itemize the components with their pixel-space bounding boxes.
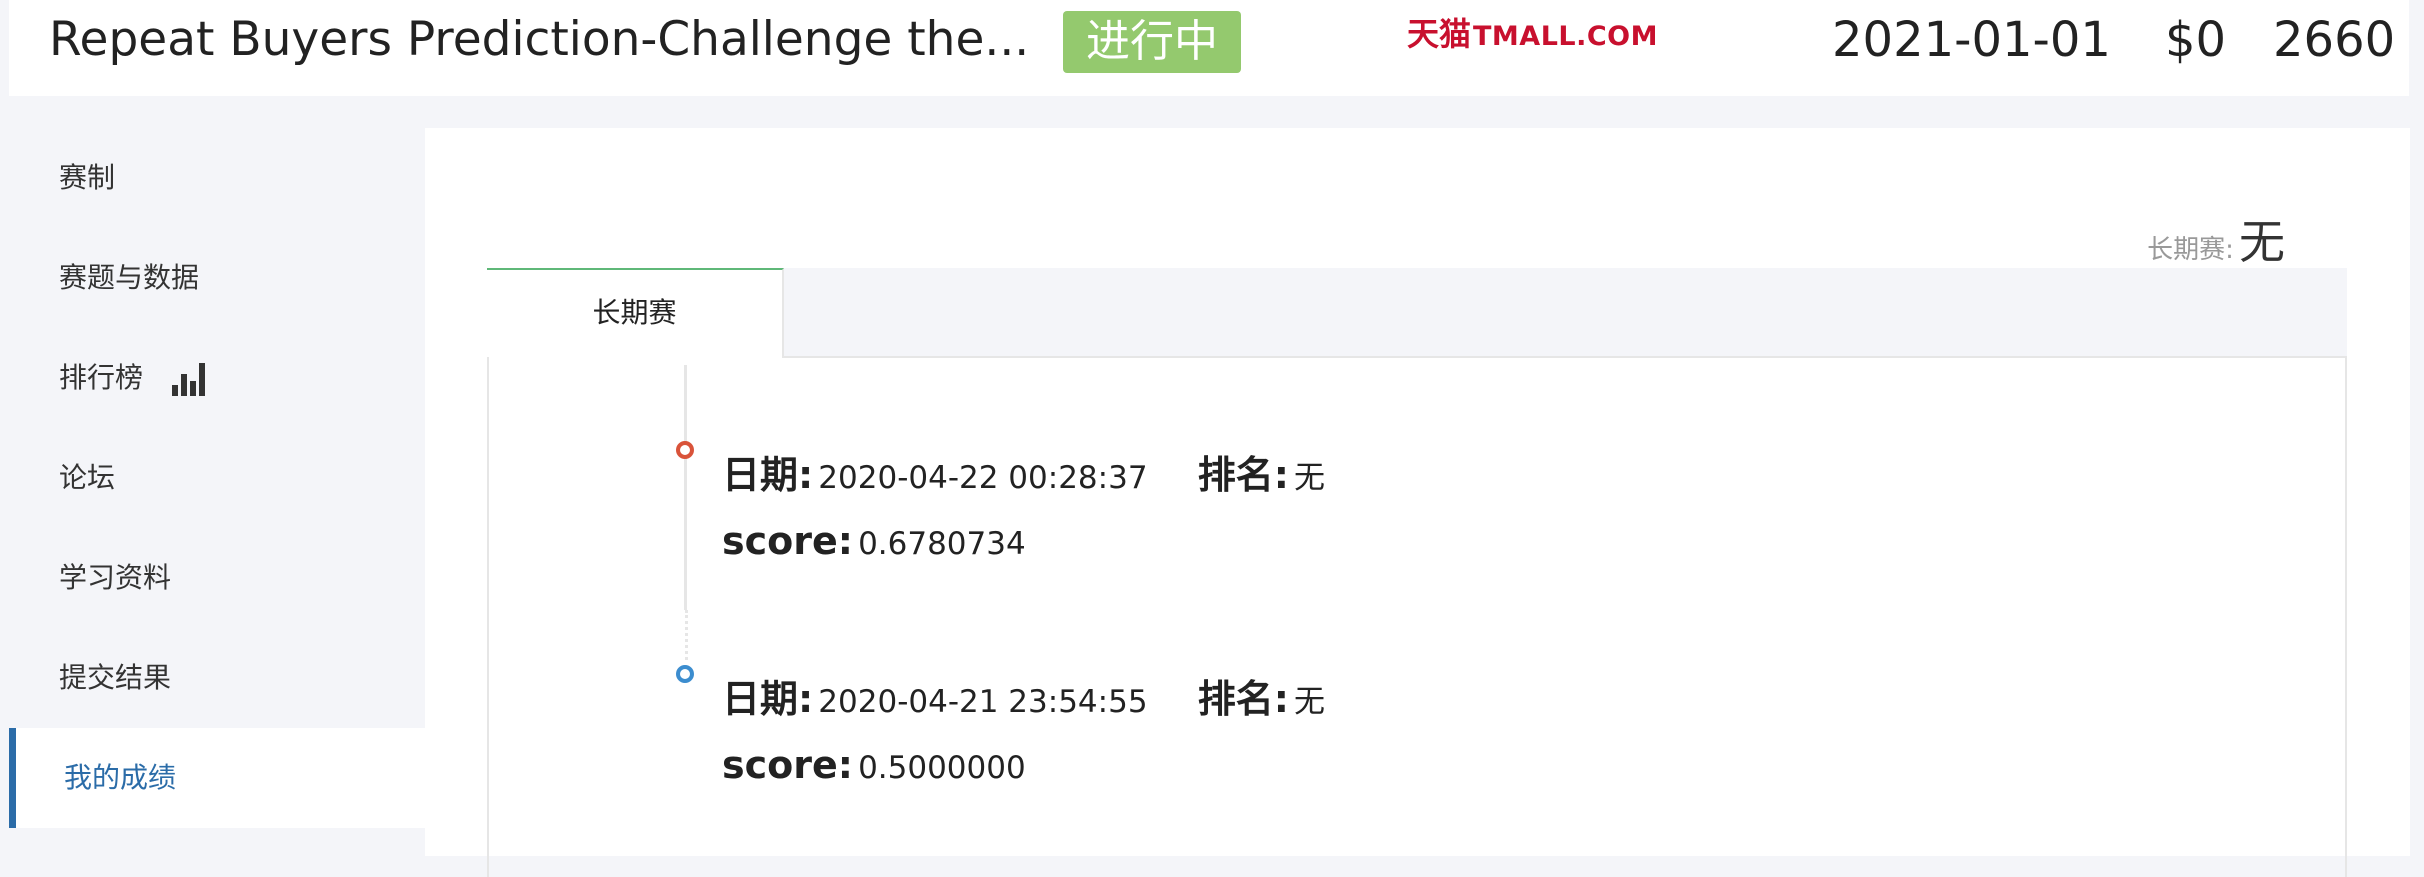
- score-value: 0.6780734: [858, 526, 1026, 562]
- team-count: 2660: [2273, 12, 2396, 68]
- status-badge: 进行中: [1063, 11, 1241, 73]
- long-term-value: 无: [2239, 215, 2285, 269]
- timeline-line: [684, 365, 687, 610]
- sidebar-item-my-scores[interactable]: 我的成绩: [9, 728, 425, 828]
- sidebar-nav: 赛制 赛题与数据 排行榜 论坛 学习资料 提交结果 我的成绩: [9, 128, 425, 856]
- sponsor-logo-en: TMALL.COM: [1473, 21, 1658, 52]
- long-term-summary: 长期赛: 无: [2147, 206, 2285, 272]
- date-label: 日期:: [722, 677, 814, 721]
- sidebar-item-problem-data[interactable]: 赛题与数据: [9, 228, 425, 328]
- sidebar-item-submit[interactable]: 提交结果: [9, 628, 425, 728]
- sidebar-item-label: 赛题与数据: [59, 261, 200, 294]
- score-history-panel: [487, 357, 2347, 877]
- sidebar-item-leaderboard[interactable]: 排行榜: [9, 328, 425, 428]
- record-score: score: 0.6780734: [722, 519, 1026, 563]
- record-rank: 无: [1294, 460, 1326, 496]
- score-value: 0.5000000: [858, 750, 1026, 786]
- sidebar-item-label: 提交结果: [59, 661, 172, 694]
- sidebar-item-label: 学习资料: [59, 561, 172, 594]
- sidebar-item-forum[interactable]: 论坛: [9, 428, 425, 528]
- record-date-rank: 日期: 2020-04-22 00:28:37 排名: 无: [722, 444, 1325, 499]
- record-score: score: 0.5000000: [722, 743, 1026, 787]
- date-label: 日期:: [722, 453, 814, 497]
- sidebar-item-label: 排行榜: [59, 361, 144, 394]
- sidebar-item-label: 论坛: [59, 461, 116, 494]
- tab-long-term[interactable]: 长期赛: [487, 268, 784, 358]
- timeline-dot-red: [676, 441, 694, 459]
- record-rank: 无: [1294, 684, 1326, 720]
- record-date: 2020-04-22 00:28:37: [818, 460, 1148, 496]
- rank-label: 排名:: [1197, 453, 1289, 497]
- long-term-label: 长期赛:: [2147, 235, 2234, 265]
- rank-label: 排名:: [1197, 677, 1289, 721]
- competition-title[interactable]: Repeat Buyers Prediction-Challenge the..…: [49, 10, 1029, 70]
- record-date: 2020-04-21 23:54:55: [818, 684, 1148, 720]
- score-label: score:: [722, 743, 853, 787]
- bar-chart-icon: [172, 363, 205, 396]
- competition-header: Repeat Buyers Prediction-Challenge the..…: [9, 0, 2409, 96]
- sidebar-item-learning[interactable]: 学习资料: [9, 528, 425, 628]
- sponsor-logo: 天猫TMALL.COM: [1407, 14, 1658, 54]
- sidebar-item-label: 赛制: [59, 161, 116, 194]
- record-date-rank: 日期: 2020-04-21 23:54:55 排名: 无: [722, 668, 1325, 723]
- score-label: score:: [722, 519, 853, 563]
- deadline-date: 2021-01-01: [1832, 12, 2111, 68]
- sidebar-item-label: 我的成绩: [64, 761, 177, 794]
- sponsor-logo-cn: 天猫: [1407, 15, 1472, 53]
- timeline-dot-blue: [676, 665, 694, 683]
- tab-bar: 长期赛: [487, 268, 2347, 358]
- sidebar-item-rules[interactable]: 赛制: [9, 128, 425, 228]
- prize-amount: $0: [2165, 12, 2227, 68]
- timeline-line-continuation: [685, 610, 688, 660]
- main-content: 长期赛: 无 长期赛 日期: 2020-04-22 00:28:37 排名: 无…: [425, 128, 2410, 877]
